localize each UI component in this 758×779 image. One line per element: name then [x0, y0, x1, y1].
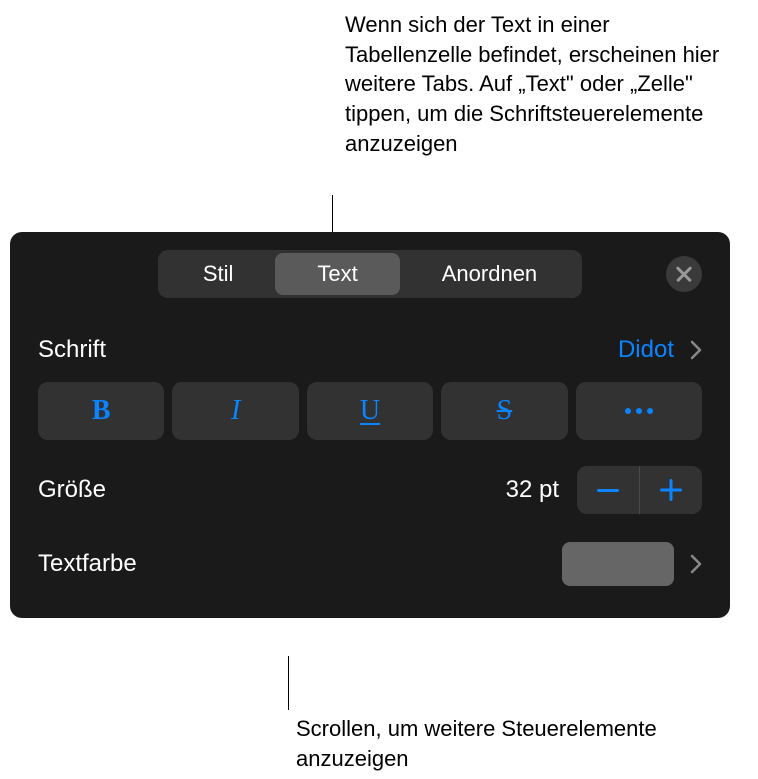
underline-icon: U — [360, 395, 380, 427]
tab-group: Stil Text Anordnen — [158, 250, 582, 298]
italic-button[interactable]: I — [172, 382, 298, 440]
bold-button[interactable]: B — [38, 382, 164, 440]
minus-icon — [597, 489, 619, 492]
annotation-top: Wenn sich der Text in einer Tabellenzell… — [345, 10, 735, 158]
style-buttons-row: B I U S — [10, 374, 730, 456]
underline-button[interactable]: U — [307, 382, 433, 440]
close-icon — [676, 266, 692, 282]
plus-icon — [660, 479, 682, 501]
tabs-row: Stil Text Anordnen — [10, 232, 730, 316]
increase-size-button[interactable] — [640, 466, 702, 514]
font-label: Schrift — [38, 336, 618, 364]
annotation-bottom: Scrollen, um weitere Steuerelemente anzu… — [296, 714, 696, 773]
font-row[interactable]: Schrift Didot — [10, 316, 730, 374]
strikethrough-icon: S — [497, 395, 513, 427]
size-row: Größe 32 pt — [10, 456, 730, 528]
italic-icon: I — [231, 395, 240, 427]
callout-line-bottom — [288, 656, 289, 710]
more-button[interactable] — [576, 382, 702, 440]
size-value: 32 pt — [506, 476, 559, 504]
font-value: Didot — [618, 336, 674, 364]
more-icon — [625, 408, 653, 414]
color-swatch[interactable] — [562, 542, 674, 586]
strikethrough-button[interactable]: S — [441, 382, 567, 440]
chevron-right-icon — [690, 340, 702, 360]
close-button[interactable] — [666, 256, 702, 292]
size-label: Größe — [38, 476, 506, 504]
text-color-row[interactable]: Textfarbe — [10, 528, 730, 602]
tab-anordnen[interactable]: Anordnen — [400, 253, 579, 295]
decrease-size-button[interactable] — [577, 466, 639, 514]
tab-text[interactable]: Text — [275, 253, 399, 295]
tab-stil[interactable]: Stil — [161, 253, 276, 295]
format-panel: Stil Text Anordnen Schrift Didot B I U S — [10, 232, 730, 618]
bold-icon: B — [92, 395, 111, 427]
text-color-label: Textfarbe — [38, 550, 562, 578]
size-stepper — [577, 466, 702, 514]
chevron-right-icon — [690, 554, 702, 574]
